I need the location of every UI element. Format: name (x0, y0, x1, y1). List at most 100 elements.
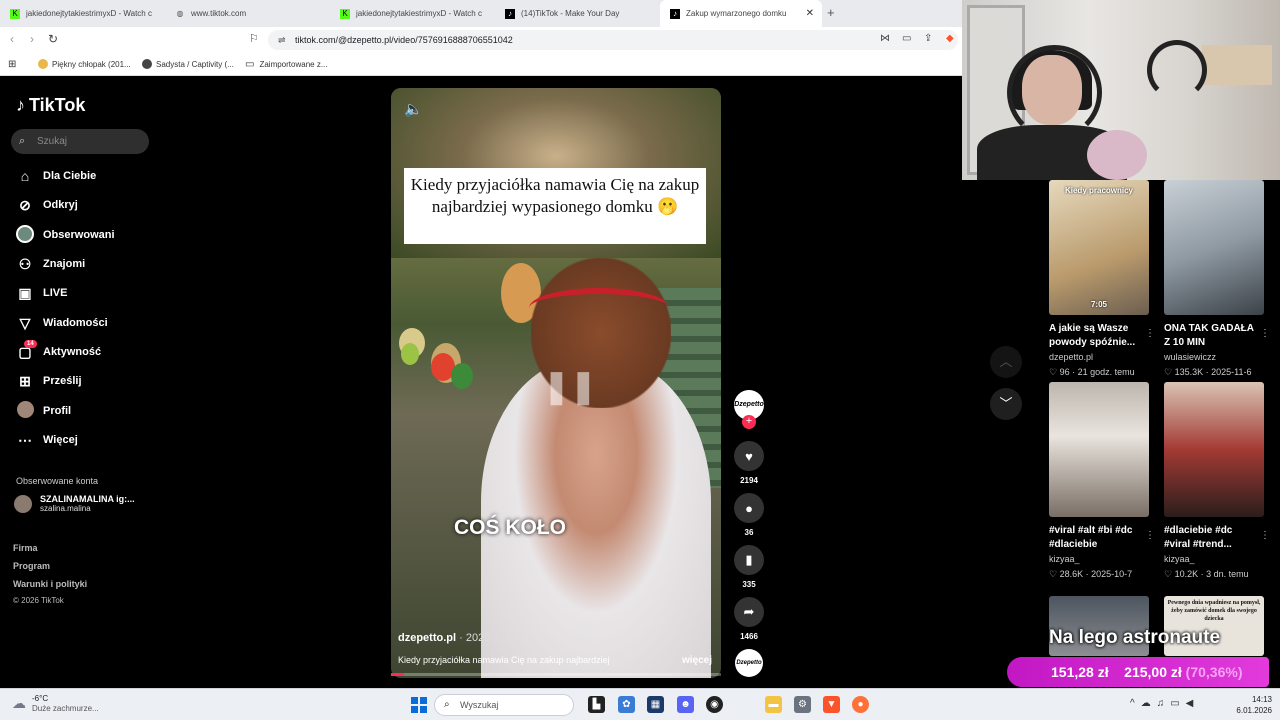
video-thumbnail (1164, 382, 1264, 517)
nav-profile[interactable]: Profil (16, 401, 71, 421)
webcam-headphones-hanging (1147, 40, 1207, 100)
pause-icon[interactable]: ❚❚ (543, 367, 597, 405)
nav-upload[interactable]: ⊞ Prześlij (16, 371, 81, 391)
extension-icon[interactable]: ⋈ (880, 33, 890, 44)
system-tray[interactable]: ^☁♫▭◀ (1130, 698, 1199, 709)
compass-icon: ⊘ (19, 196, 31, 213)
brave-browser-icon[interactable]: ▼ (823, 696, 840, 713)
discord-icon[interactable]: ☻ (677, 696, 694, 713)
forward-icon[interactable]: › (30, 32, 34, 46)
obs-icon[interactable]: ◉ (706, 696, 723, 713)
chevron-up-icon: ︿ (999, 354, 1013, 369)
browser-tab[interactable]: K jakiedonejtytakiestrimyxD - Watch c (0, 0, 165, 27)
reload-icon[interactable]: ↻ (48, 32, 58, 46)
video-author: dzepetto.pl (1049, 352, 1094, 362)
previous-video-button[interactable]: ︿ (990, 346, 1022, 378)
video-progress-bar[interactable] (391, 673, 721, 676)
copilot-icon[interactable]: ✿ (618, 696, 635, 713)
webcam-hand (1087, 130, 1147, 180)
nav-more[interactable]: ⋯ Więcej (16, 430, 78, 450)
cloud-sync-icon: ☁ (1140, 698, 1157, 709)
comment-icon: ● (734, 493, 764, 523)
bookmark-folder[interactable]: ▭ Zaimportowane z... (245, 59, 327, 70)
footer-link[interactable]: Program (13, 561, 50, 571)
more-options-icon[interactable]: ⋮ (1260, 530, 1270, 541)
apps-grid-icon[interactable]: ⊞ (8, 59, 16, 70)
bookmark-item[interactable]: Sadysta / Captivity (... (142, 59, 234, 69)
weather-temp: -6°C (32, 694, 49, 703)
video-thumbnail (1164, 180, 1264, 315)
cloud-icon: ☁ (12, 694, 26, 711)
nav-live[interactable]: ▣ LIVE (16, 283, 67, 303)
donation-goal: 215,00 zł (1124, 664, 1182, 680)
weather-widget[interactable]: ☁ -6°C Duże zachmurze... (12, 693, 99, 713)
more-button[interactable]: więcej (682, 655, 712, 666)
firefox-icon[interactable]: ● (852, 696, 869, 713)
clock[interactable]: 14:13 6.01.2026 (1232, 694, 1272, 716)
music-disc-icon[interactable]: Dzepetto (735, 649, 763, 677)
bookmark-icon[interactable]: ⚐ (249, 32, 259, 45)
recommended-video[interactable]: #viral #alt #bi #dc #dlaciebie ⋮ kizyaa_… (1049, 382, 1155, 580)
avatar (14, 494, 32, 513)
share-icon: ➦ (734, 597, 764, 627)
share-icon[interactable]: ⇪ (924, 33, 932, 44)
file-explorer-icon[interactable]: ▬ (765, 696, 782, 713)
like-button[interactable]: ♥ 2194 (734, 441, 764, 485)
heart-outline-icon: ♡ (1164, 367, 1173, 377)
bookmark-item[interactable]: Piękny chłopak (201... (38, 59, 131, 69)
next-video-button[interactable]: ﹀ (990, 388, 1022, 420)
save-button[interactable]: ▮ 335 (734, 545, 764, 589)
follow-button[interactable]: + (742, 415, 756, 429)
back-icon[interactable]: ‹ (10, 32, 14, 46)
footer-link[interactable]: Firma (13, 543, 38, 553)
sidebar: ♪ TikTok ⌕ Szukaj ⌂ Dla Ciebie ⊘ Odkryj … (0, 76, 160, 688)
browser-tab-active[interactable]: ♪ Zakup wymarzonego domku ✕ (660, 0, 822, 27)
settings-icon[interactable]: ⚙ (794, 696, 811, 713)
more-options-icon[interactable]: ⋮ (1145, 530, 1155, 541)
nav-following[interactable]: Obserwowani (16, 224, 115, 245)
volume-icon[interactable]: 🔈 (404, 100, 423, 118)
more-options-icon[interactable]: ⋮ (1260, 328, 1270, 339)
search-input[interactable]: ⌕ Szukaj (11, 129, 149, 154)
recommended-video[interactable]: #dlaciebie #dc #viral #trend... ⋮ kizyaa… (1164, 382, 1270, 580)
taskbar-search-input[interactable]: ⌕ Wyszukaj (434, 694, 574, 716)
bookmark-favicon-icon (142, 59, 152, 69)
send-icon: ▽ (19, 314, 31, 331)
store-icon[interactable]: ▦ (647, 696, 664, 713)
close-tab-icon[interactable]: ✕ (806, 8, 814, 19)
webcam-headphones (1007, 45, 1102, 140)
video-description: Kiedy przyjaciółka namawia Cię na zakup … (398, 655, 610, 665)
recommended-video[interactable]: Kiedy pracownicy 7:05 A jakie są Wasze p… (1049, 180, 1155, 378)
browser-tab[interactable]: ♪ (14)TikTok - Make Your Day (495, 0, 660, 27)
nav-explore[interactable]: ⊘ Odkryj (16, 195, 78, 215)
video-author[interactable]: dzepetto.pl · 2025-11-26 (398, 632, 521, 644)
site-info-icon[interactable]: ⇌ (278, 30, 286, 50)
inbox-icon: ▢ 14 (16, 339, 37, 361)
chevron-up-icon: ^ (1130, 698, 1141, 709)
screenshot-icon[interactable]: ▭ (902, 33, 911, 44)
footer-link[interactable]: Warunki i polityki (13, 579, 87, 589)
following-accounts-title: Obserwowane konta (16, 476, 99, 486)
new-tab-button[interactable]: + (827, 5, 835, 20)
windows-start-icon[interactable] (411, 697, 427, 713)
task-view-icon[interactable]: ▙ (588, 696, 605, 713)
tiktok-logo[interactable]: ♪ TikTok (16, 95, 85, 116)
more-options-icon[interactable]: ⋮ (1145, 328, 1155, 339)
browser-tab[interactable]: ◍ www.tiktok.com (165, 0, 330, 27)
recommended-video[interactable]: ONA TAK GADAŁA Z 10 MIN ⋮ wulasiewiczz ♡… (1164, 180, 1270, 378)
search-icon: ⌕ (444, 699, 450, 710)
share-button[interactable]: ➦ 1466 (734, 597, 764, 641)
comment-button[interactable]: ● 36 (734, 493, 764, 537)
nav-messages[interactable]: ▽ Wiadomości (16, 313, 108, 333)
browser-tab[interactable]: K jakiedonejtytakiestrimyxD - Watch c (330, 0, 495, 27)
following-account[interactable]: SZALINAMALINA ig:... szalina.malina (14, 494, 135, 513)
brave-shield-icon[interactable]: ◆ (946, 33, 954, 44)
video-progress-fill (391, 673, 405, 676)
nav-activity[interactable]: ▢ 14 Aktywność (16, 339, 101, 362)
save-count: 335 (742, 580, 756, 589)
nav-friends[interactable]: ⚇ Znajomi (16, 254, 85, 274)
like-count: 2194 (740, 476, 758, 485)
kick-icon: K (10, 8, 20, 19)
nav-for-you[interactable]: ⌂ Dla Ciebie (16, 166, 96, 186)
url-field[interactable]: ⇌ tiktok.com/@dzepetto.pl/video/75769168… (268, 30, 958, 50)
